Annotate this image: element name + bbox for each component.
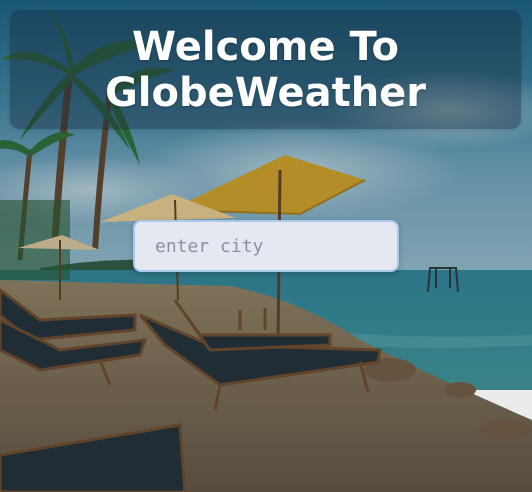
page-title-line-2: GlobeWeather bbox=[104, 69, 427, 116]
title-card: Welcome To GlobeWeather bbox=[10, 10, 521, 129]
city-search-input[interactable] bbox=[133, 220, 399, 272]
page-title-line-1: Welcome To bbox=[132, 23, 399, 70]
